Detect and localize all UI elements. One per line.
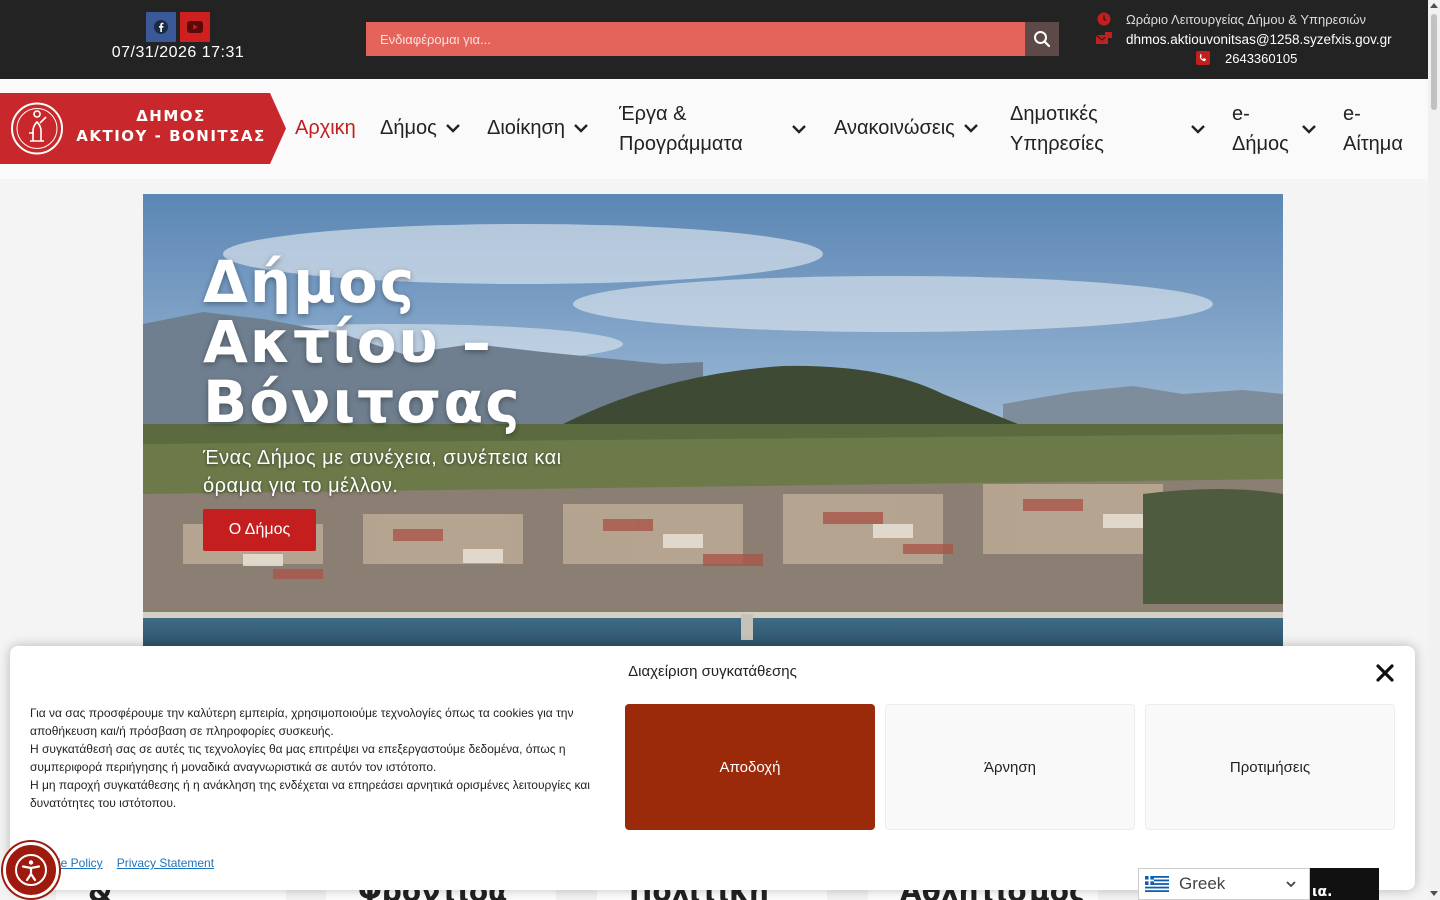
chevron-down-icon bbox=[1302, 125, 1316, 134]
nav-projects[interactable]: Έργα & Προγράμματα bbox=[619, 99, 811, 159]
current-datetime: 07/31/2026 17:31 bbox=[111, 44, 245, 61]
scroll-down-arrow[interactable] bbox=[1430, 891, 1438, 896]
opening-hours-link[interactable]: Ωράριο Λειτουργείας Δήμου & Υπηρεσιών bbox=[1096, 11, 1366, 27]
logo-line-2: ΑΚΤΙΟΥ - ΒΟΝΙΤΣΑΣ bbox=[76, 127, 266, 145]
chevron-down-icon bbox=[445, 124, 460, 133]
site-header: ΔΗΜΟΣ ΑΚΤΙΟΥ - ΒΟΝΙΤΣΑΣ Αρχικη Δήμος Διο… bbox=[0, 79, 1428, 179]
nav-services-label: Δημοτικές Υπηρεσίες bbox=[1010, 99, 1104, 159]
contact-info: Ωράριο Λειτουργείας Δήμου & Υπηρεσιών dh… bbox=[1094, 0, 1440, 79]
nav-services-label-2: Υπηρεσίες bbox=[1010, 133, 1104, 155]
cookie-consent-banner: Διαχείριση συγκατάθεσης Για να σας προσφ… bbox=[10, 646, 1415, 890]
nav-edemos-label: e- Δήμος bbox=[1232, 99, 1289, 159]
youtube-icon[interactable] bbox=[180, 12, 210, 42]
search-button[interactable] bbox=[1025, 22, 1059, 56]
hero-title-line-2: Ακτίου – bbox=[203, 308, 493, 376]
nav-administration[interactable]: Διοίκηση bbox=[487, 113, 589, 143]
facebook-icon[interactable] bbox=[146, 12, 176, 42]
language-label: Greek bbox=[1179, 874, 1226, 893]
consent-text-p2: Η συγκατάθεσή σας σε αυτές τις τεχνολογί… bbox=[30, 742, 566, 774]
top-bar: 07/31/2026 17:31 Ωράριο Λειτουργείας Δήμ… bbox=[0, 0, 1440, 79]
search-icon bbox=[1034, 31, 1051, 48]
nav-municipality[interactable]: Δήμος bbox=[380, 113, 461, 143]
service-card[interactable]: ια. bbox=[1310, 868, 1379, 900]
accessibility-button[interactable] bbox=[3, 842, 59, 898]
hero-title: Δήμος Ακτίου – Βόνιτσας bbox=[203, 252, 623, 432]
deny-button[interactable]: Άρνηση bbox=[885, 704, 1135, 830]
nav-home-label: Αρχικη bbox=[295, 117, 356, 139]
hero-title-line-3: Βόνιτσας bbox=[203, 368, 522, 436]
consent-links: ie Policy Privacy Statement bbox=[58, 856, 228, 870]
nav-edemos-label-2: Δήμος bbox=[1232, 133, 1289, 155]
nav-services-label-1: Δημοτικές bbox=[1010, 103, 1098, 125]
chevron-down-icon bbox=[963, 124, 978, 133]
logo-text: ΔΗΜΟΣ ΑΚΤΙΟΥ - ΒΟΝΙΤΣΑΣ bbox=[76, 106, 266, 146]
consent-description: Για να σας προσφέρουμε την καλύτερη εμπε… bbox=[30, 704, 610, 812]
nav-e-request[interactable]: e- Αίτημα bbox=[1343, 99, 1403, 159]
nav-announcements-label: Ανακοινώσεις bbox=[834, 117, 955, 139]
chevron-down-icon bbox=[1286, 881, 1296, 888]
scroll-up-arrow[interactable] bbox=[1430, 3, 1438, 8]
privacy-statement-link[interactable]: Privacy Statement bbox=[117, 856, 214, 870]
hero-subtitle: Ένας Δήμος με συνέχεια, συνέπεια και όρα… bbox=[203, 447, 562, 497]
nav-erequest-label-2: Αίτημα bbox=[1343, 133, 1403, 155]
close-icon[interactable] bbox=[1374, 662, 1396, 684]
language-selector[interactable]: Greek bbox=[1138, 868, 1310, 900]
chevron-down-icon bbox=[574, 124, 588, 133]
phone-icon bbox=[1195, 50, 1211, 66]
clock-icon bbox=[1096, 11, 1112, 27]
mail-icon bbox=[1096, 31, 1112, 47]
nav-erequest-label: e- Αίτημα bbox=[1343, 99, 1403, 159]
nav-edemos-label-1: e- bbox=[1232, 103, 1250, 125]
cookie-policy-link[interactable]: ie Policy bbox=[58, 856, 103, 870]
phone-number: 2643360105 bbox=[1225, 50, 1298, 66]
consent-text-p1: Για να σας προσφέρουμε την καλύτερη εμπε… bbox=[30, 706, 574, 738]
nav-e-municipality[interactable]: e- Δήμος bbox=[1232, 99, 1322, 159]
scrollbar-thumb[interactable] bbox=[1431, 14, 1437, 110]
consent-title: Διαχείριση συγκατάθεσης bbox=[628, 663, 797, 680]
consent-text-p3: Η μη παροχή συγκατάθεσης ή η ανάκληση τη… bbox=[30, 778, 590, 810]
nav-municipal-services[interactable]: Δημοτικές Υπηρεσίες bbox=[1010, 99, 1210, 159]
opening-hours-label: Ωράριο Λειτουργείας Δήμου & Υπηρεσιών bbox=[1126, 11, 1366, 27]
phone-link[interactable]: 2643360105 bbox=[1195, 50, 1297, 66]
chevron-down-icon bbox=[1191, 125, 1205, 134]
nav-announcements[interactable]: Ανακοινώσεις bbox=[834, 113, 979, 143]
logo-line-1: ΔΗΜΟΣ bbox=[136, 107, 206, 125]
nav-home[interactable]: Αρχικη bbox=[295, 113, 356, 143]
hero-municipality-button[interactable]: Ο Δήμος bbox=[203, 509, 316, 551]
preferences-button[interactable]: Προτιμήσεις bbox=[1145, 704, 1395, 830]
nav-projects-label-2: Προγράμματα bbox=[619, 133, 743, 155]
email-link[interactable]: dhmos.aktiouvonitsas@1258.syzefxis.gov.g… bbox=[1096, 31, 1392, 47]
search-bar bbox=[366, 22, 1059, 56]
page-scrollbar[interactable] bbox=[1428, 0, 1440, 900]
nav-projects-label-1: Έργα & bbox=[619, 103, 687, 125]
accept-button[interactable]: Αποδοχή bbox=[625, 704, 875, 830]
nav-erequest-label-1: e- bbox=[1343, 103, 1361, 125]
hero-title-line-1: Δήμος bbox=[203, 248, 417, 316]
nav-administration-label: Διοίκηση bbox=[487, 117, 565, 139]
greek-flag-icon bbox=[1145, 876, 1169, 892]
nav-municipality-label: Δήμος bbox=[380, 117, 437, 139]
accessibility-icon bbox=[15, 854, 47, 886]
nav-projects-label: Έργα & Προγράμματα bbox=[619, 99, 743, 159]
email-address: dhmos.aktiouvonitsas@1258.syzefxis.gov.g… bbox=[1126, 31, 1392, 47]
municipality-logo[interactable]: ΔΗΜΟΣ ΑΚΤΙΟΥ - ΒΟΝΙΤΣΑΣ bbox=[0, 93, 286, 164]
hero-banner: Δήμος Ακτίου – Βόνιτσας Ένας Δήμος με συ… bbox=[143, 194, 1283, 654]
search-input[interactable] bbox=[366, 22, 1025, 56]
chevron-down-icon bbox=[792, 125, 806, 134]
